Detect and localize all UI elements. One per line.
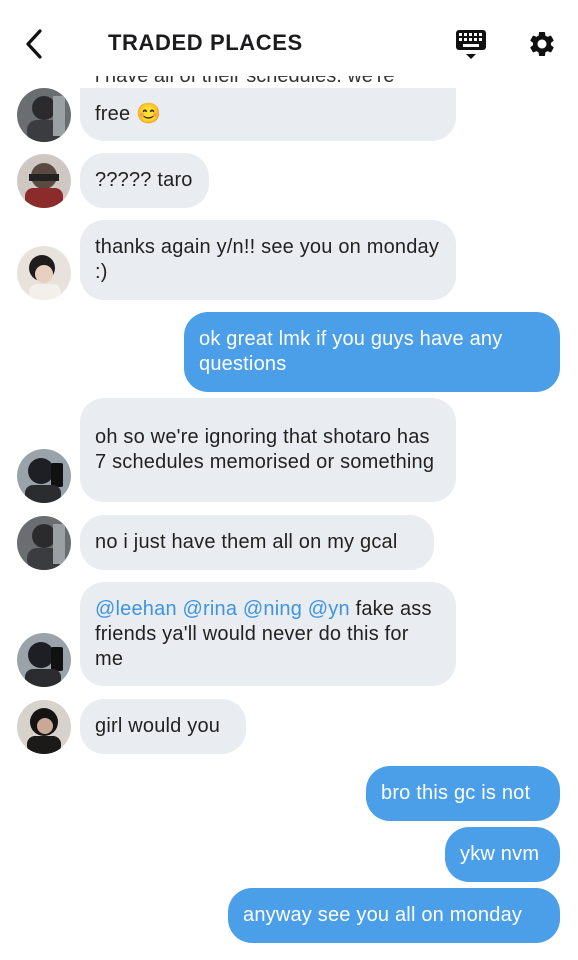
back-button[interactable] [14, 22, 54, 66]
message-bubble: no i just have them all on my gcal [80, 515, 434, 570]
avatar[interactable] [17, 154, 71, 208]
message-text: thanks again y/n!! see you on monday :) [95, 236, 440, 283]
avatar[interactable] [17, 633, 71, 687]
message-bubble: @leehan @rina @ning @yn fake ass friends… [80, 582, 456, 686]
top-bar: TRADED PLACES [0, 0, 578, 88]
message-text: @leehan @rina @ning @yn fake ass friends… [95, 597, 441, 672]
gear-icon [530, 31, 554, 56]
keyboard-button[interactable] [450, 24, 494, 64]
avatar[interactable] [17, 246, 71, 300]
message-bubble: ykw nvm [445, 827, 560, 882]
message-bubble: girl would you [80, 699, 246, 754]
message-text: girl would you [95, 715, 221, 737]
avatar[interactable] [17, 516, 71, 570]
message-bubble: ok great lmk if you guys have any questi… [184, 312, 560, 392]
chevron-left-icon [26, 29, 42, 59]
page-title: TRADED PLACES [108, 30, 303, 55]
mention-links[interactable]: @leehan @rina @ning @yn [95, 598, 350, 620]
message-bubble: bro this gc is not [366, 766, 560, 821]
message-text: bro this gc is not [381, 782, 531, 804]
message-bubble: ????? taro [80, 153, 209, 208]
message-text: oh so we're ignoring that shotaro has 7 … [95, 426, 435, 473]
avatar[interactable] [17, 88, 71, 142]
chat-area[interactable]: free 😊 ????? taro thanks again y/n!! see… [0, 0, 578, 960]
message-text: no i just have them all on my gcal [95, 531, 398, 553]
message-text: anyway see you all on monday [243, 904, 523, 926]
keyboard-icon [456, 30, 486, 59]
message-bubble: anyway see you all on monday [228, 888, 560, 943]
clipped-message-text: i have all of their schedules. we're [95, 76, 395, 87]
message-bubble: thanks again y/n!! see you on monday :) [80, 220, 456, 300]
avatar[interactable] [17, 700, 71, 754]
message-bubble: oh so we're ignoring that shotaro has 7 … [80, 398, 456, 502]
message-text: ????? taro [95, 169, 193, 191]
message-text: ok great lmk if you guys have any questi… [199, 328, 503, 375]
avatar[interactable] [17, 449, 71, 503]
message-text: free 😊 [95, 103, 162, 125]
settings-button[interactable] [520, 24, 564, 64]
message-text: ykw nvm [460, 843, 540, 865]
